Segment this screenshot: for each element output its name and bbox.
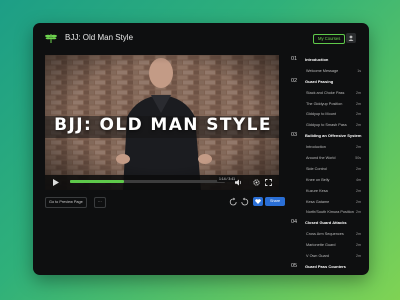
- curriculum-section[interactable]: 05 Guard Pass Counters: [291, 262, 365, 273]
- forward-icon[interactable]: [240, 197, 249, 206]
- lesson-title: The Giddyup Position: [306, 101, 343, 106]
- lesson-title: Stack and Choke Pass: [306, 90, 345, 95]
- lesson-duration: 2m: [356, 210, 361, 215]
- lesson-item[interactable]: Welcome Message 1s: [291, 66, 365, 77]
- lesson-duration: 4m: [356, 177, 361, 182]
- progress-track[interactable]: 1:14 / 3:41: [70, 176, 238, 183]
- lesson-duration: 2m: [356, 199, 361, 204]
- lesson-duration: 2m: [356, 123, 361, 128]
- section-title: Building an Offensive System: [305, 133, 362, 139]
- section-title: Guard Pass Counters: [305, 263, 346, 269]
- lesson-title: Kuzure Kesa: [306, 188, 328, 193]
- volume-icon[interactable]: [235, 179, 242, 186]
- curriculum-section[interactable]: 01 Introduction: [291, 55, 365, 66]
- lesson-duration: 2m: [356, 145, 361, 150]
- lesson-duration: 2m: [356, 254, 361, 259]
- like-icon: [255, 199, 261, 204]
- section-number: 04: [291, 219, 298, 226]
- lesson-duration: 2m: [356, 90, 361, 95]
- section-number: 03: [291, 132, 298, 139]
- progress-fill: [70, 180, 125, 183]
- lesson-item[interactable]: Closed Guard2m: [291, 273, 365, 275]
- like-button[interactable]: [253, 197, 263, 206]
- lesson-title: Knee on Belly: [306, 177, 330, 182]
- section-title: Introduction: [305, 57, 329, 62]
- course-title: BJJ: Old Man Style: [65, 33, 134, 42]
- lesson-item[interactable]: Giddyup to Mount 2m: [291, 109, 365, 120]
- play-icon[interactable]: [53, 179, 59, 186]
- lesson-item[interactable]: Kuzure Kesa 2m: [291, 186, 365, 197]
- video-action-bar: Go to Preview Page ··· Share: [45, 197, 286, 208]
- curriculum-section[interactable]: 03 Building an Offensive System: [291, 131, 365, 142]
- section-number: 05: [291, 262, 298, 269]
- lesson-item[interactable]: Stack and Choke Pass 2m: [291, 88, 365, 99]
- user-avatar[interactable]: [346, 33, 356, 43]
- curriculum-section[interactable]: 04 Closed Guard Attacks: [291, 218, 365, 229]
- section-title: Closed Guard Attacks: [305, 220, 347, 226]
- lesson-item[interactable]: Giddyup to Smash Pass 2m: [291, 120, 365, 131]
- go-to-preview-button[interactable]: Go to Preview Page: [45, 197, 87, 208]
- video-controls: 1:14 / 3:41: [45, 175, 279, 190]
- lesson-title: Marionette Guard: [306, 243, 336, 248]
- lesson-title: Giddyup to Mount: [306, 112, 336, 117]
- lesson-item[interactable]: Cross Arm Sequences 2m: [291, 229, 365, 240]
- video-overlay-title: BJJ: OLD MAN STYLE: [54, 115, 272, 135]
- lesson-item[interactable]: Marionette Guard 2m: [291, 240, 365, 251]
- lesson-title: Welcome Message: [306, 68, 339, 73]
- section-title: Guard Passing: [305, 78, 334, 84]
- lesson-duration: 50s: [355, 156, 361, 161]
- lesson-title: Giddyup to Smash Pass: [306, 123, 347, 128]
- lesson-item[interactable]: Around the World 50s: [291, 153, 365, 164]
- lesson-duration: 1s: [357, 68, 361, 73]
- lesson-duration: 2m: [356, 188, 361, 193]
- curriculum-sidebar: 01 Introduction Welcome Message 1s 02 Guard P…: [291, 55, 365, 275]
- section-number: 01: [291, 56, 298, 62]
- lesson-title: Around the World: [306, 156, 336, 161]
- more-options-button[interactable]: ···: [94, 197, 106, 208]
- lesson-duration: 2m: [356, 232, 361, 237]
- lesson-duration: 2m: [356, 112, 361, 117]
- settings-icon[interactable]: [253, 179, 260, 186]
- lesson-duration: 2m: [356, 166, 361, 171]
- app-window: BJJ: Old Man Style My Courses BJJ: OLD M…: [33, 23, 369, 275]
- lesson-item[interactable]: North/South Kimura Position 2m: [291, 207, 365, 218]
- rewind-icon[interactable]: [229, 197, 238, 206]
- lesson-item[interactable]: Kesa Gatame 2m: [291, 197, 365, 208]
- lesson-title: Side Control: [306, 166, 327, 171]
- share-button[interactable]: Share: [265, 197, 286, 206]
- lesson-item[interactable]: Introduction 2m: [291, 142, 365, 153]
- lesson-title: Cross Arm Sequences: [306, 232, 344, 237]
- lesson-duration: 2m: [356, 101, 361, 106]
- section-number: 02: [291, 77, 298, 84]
- lesson-title: Introduction: [306, 145, 326, 150]
- lesson-item[interactable]: Knee on Belly 4m: [291, 175, 365, 186]
- lesson-item[interactable]: The Giddyup Position 2m: [291, 99, 365, 110]
- lesson-title: Kesa Gatame: [306, 199, 330, 204]
- lesson-duration: 2m: [356, 243, 361, 248]
- lesson-item[interactable]: Side Control 2m: [291, 164, 365, 175]
- my-courses-button[interactable]: My Courses: [313, 34, 346, 44]
- fullscreen-icon[interactable]: [265, 179, 272, 186]
- curriculum-section[interactable]: 02 Guard Passing: [291, 77, 365, 88]
- dragonfly-icon: [45, 34, 57, 43]
- user-icon: [348, 35, 354, 41]
- video-player[interactable]: BJJ: OLD MAN STYLE 1:14 / 3:41: [45, 55, 279, 190]
- lesson-item[interactable]: V Own Guard 2m: [291, 251, 365, 262]
- lesson-title: V Own Guard: [306, 254, 330, 259]
- lesson-title: North/South Kimura Position: [306, 210, 354, 215]
